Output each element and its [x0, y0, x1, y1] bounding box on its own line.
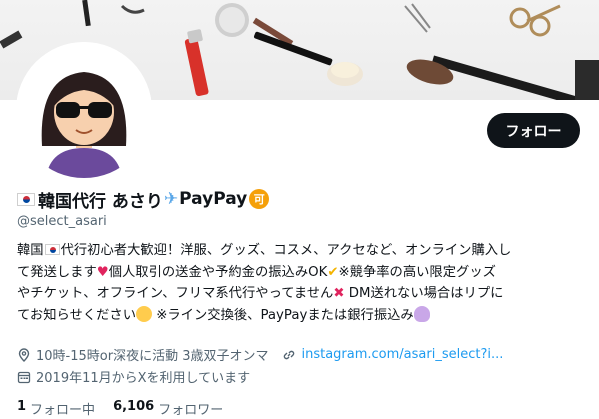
display-name-row: 韓国代行 あさり ✈ PayPay 可	[17, 186, 270, 212]
bio-text: ※ライン交換後、PayPayまたは銀行振込み	[152, 307, 414, 323]
korea-flag-icon	[44, 244, 60, 255]
bio: 韓国 代行初心者大歓迎！洋服、グッズ、コスメ、アクセなど、オンライン購入し て発送…	[17, 240, 587, 326]
bio-text: 韓国	[17, 243, 44, 258]
calendar-icon	[17, 371, 31, 383]
location-text: 10時-15時or深夜に活動 3歳双子オンマ	[36, 349, 269, 364]
bio-text: ※競争率の高い限定グッズ	[338, 264, 496, 280]
airplane-icon: ✈	[163, 189, 179, 209]
bio-text: やチケット、オフライン、フリマ系代行やってません	[17, 286, 334, 301]
link-icon	[284, 350, 295, 359]
bio-text: 個人取引の送金や予約金の振込みOK	[108, 264, 328, 280]
followers-link[interactable]: 6,106 フォロワー	[113, 399, 223, 418]
location-icon	[18, 347, 30, 362]
bio-text: DM送れない場合はリプに	[344, 286, 504, 301]
following-count: 1	[17, 399, 27, 414]
profile-meta-joined: 2019年11月からXを利用しています	[17, 367, 250, 386]
paypay-ok-badge: 可	[249, 189, 270, 209]
woman-emoji-icon	[413, 305, 430, 322]
avatar[interactable]	[16, 42, 152, 178]
following-link[interactable]: 1 フォロー中	[17, 399, 95, 418]
follow-button[interactable]: フォロー	[487, 113, 580, 148]
thumbs-up-icon: ✔	[327, 264, 339, 280]
bio-text: 代行初心者大歓迎！洋服、グッズ、コスメ、アクセなど、オンライン購入し	[60, 243, 512, 258]
followers-label: フォロワー	[158, 403, 224, 418]
cross-mark-icon: ✖	[333, 286, 345, 301]
user-handle: @select_asari	[17, 214, 107, 229]
display-name-suffix: PayPay	[179, 189, 248, 209]
face-emoji-icon	[136, 305, 153, 322]
follow-counts: 1 フォロー中 6,106 フォロワー	[17, 399, 241, 418]
heart-icon: ♥	[96, 264, 109, 280]
display-name: 韓国代行 あさり	[38, 191, 163, 212]
avatar-illustration	[16, 42, 152, 178]
korea-flag-icon	[17, 192, 35, 206]
bio-text: てお知らせください	[17, 307, 137, 323]
bio-text: て発送します	[17, 264, 97, 280]
following-label: フォロー中	[30, 403, 96, 418]
followers-count: 6,106	[113, 399, 155, 414]
website-link[interactable]: instagram.com/asari_select?i...	[301, 347, 503, 362]
joined-text: 2019年11月からXを利用しています	[36, 371, 251, 386]
profile-meta-location: 10時-15時or深夜に活動 3歳双子オンマ instagram.com/asa…	[17, 345, 503, 364]
